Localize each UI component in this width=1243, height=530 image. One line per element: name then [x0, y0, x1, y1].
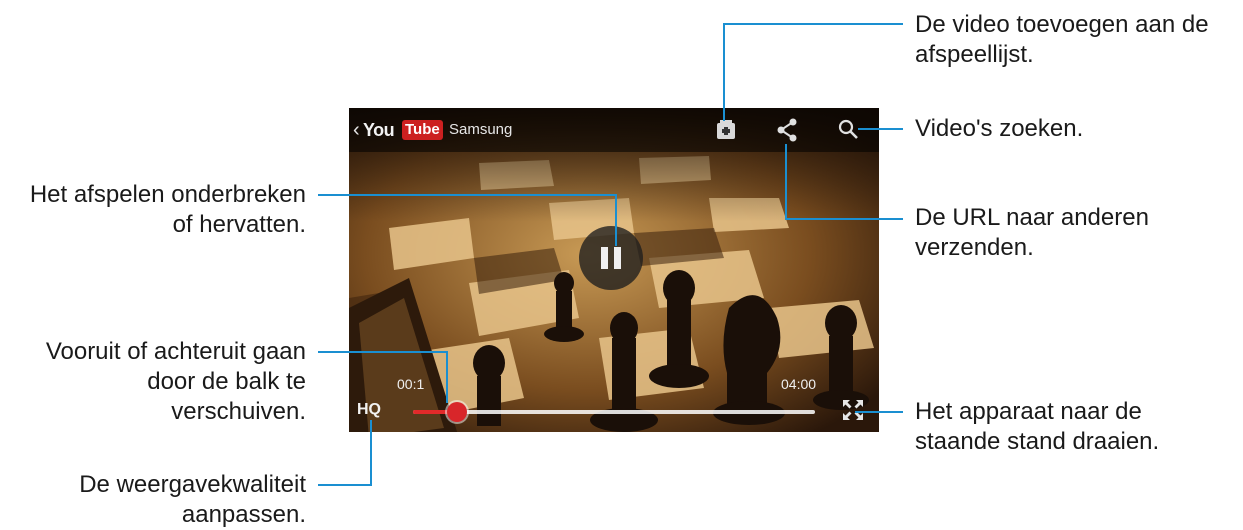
- rotate-screen-icon[interactable]: [841, 398, 865, 422]
- callout-line-playlist-v: [723, 23, 725, 121]
- callout-line-share: [785, 218, 903, 220]
- callout-line-quality-v: [370, 420, 372, 486]
- time-total: 04:00: [781, 376, 817, 392]
- callout-search: Video's zoeken.: [915, 115, 1084, 142]
- quality-button[interactable]: HQ: [357, 400, 381, 420]
- pause-icon: [601, 247, 608, 269]
- share-icon[interactable]: [773, 116, 801, 144]
- callout-line-seek-v: [446, 351, 448, 403]
- channel-name: Samsung: [449, 121, 513, 138]
- callout-line-playlist: [723, 23, 903, 25]
- pause-button[interactable]: [579, 226, 643, 290]
- video-player-screen: ‹ You Tube Samsung 00:1 04:00 HQ: [349, 108, 879, 432]
- time-elapsed: 00:1: [397, 376, 425, 392]
- callout-line-search: [858, 128, 903, 130]
- callout-line-rotate: [855, 411, 903, 413]
- callout-rotate: Het apparaat naar de staande stand draai…: [915, 398, 1160, 455]
- add-to-playlist-icon[interactable]: [712, 116, 740, 144]
- player-top-bar: ‹ You Tube Samsung: [349, 108, 879, 152]
- callout-pause: Het afspelen onderbreken of hervatten.: [29, 181, 306, 238]
- callout-playlist: De video toevoegen aan de afspeellijst.: [915, 11, 1209, 68]
- youtube-logo-tube: Tube: [402, 120, 443, 140]
- callout-line-share-v: [785, 144, 787, 220]
- callout-quality: De weergavekwaliteit aanpassen.: [79, 471, 306, 528]
- youtube-logo-you: You: [363, 120, 395, 140]
- callout-share: De URL naar anderen verzenden.: [915, 204, 1149, 261]
- callout-line-seek: [318, 351, 448, 353]
- callout-line-quality: [318, 484, 372, 486]
- search-icon[interactable]: [835, 116, 863, 144]
- callout-line-pause: [318, 194, 617, 196]
- callout-line-pause-v: [615, 194, 617, 246]
- seek-bar[interactable]: [413, 410, 815, 414]
- callout-seek: Vooruit of achteruit gaan door de balk t…: [45, 338, 306, 425]
